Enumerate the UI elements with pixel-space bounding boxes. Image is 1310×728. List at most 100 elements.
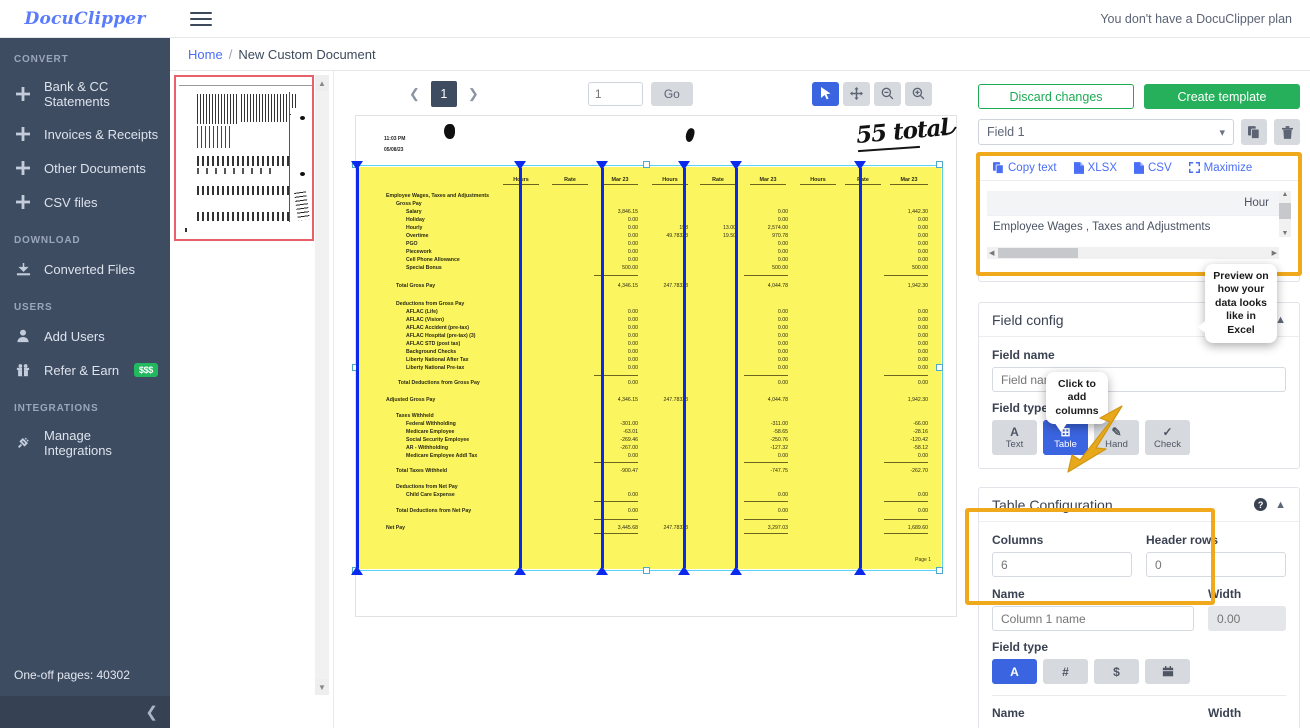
field-name-input[interactable] (992, 367, 1286, 392)
sidebar-section-download: DOWNLOAD (14, 235, 81, 246)
plus-icon (14, 159, 32, 177)
breadcrumb-home-link[interactable]: Home (188, 47, 223, 62)
sidebar-item-refer-earn[interactable]: Refer & Earn $$$ (0, 353, 170, 387)
selection-handle-tr[interactable] (936, 161, 943, 168)
page-thumbnail-1[interactable] (174, 75, 314, 241)
selection-handle-br[interactable] (936, 567, 943, 574)
field-type-label-check: Check (1154, 438, 1181, 450)
preview-vertical-scrollbar[interactable]: ▲ ▼ (1279, 191, 1291, 237)
sidebar-item-label: CSV files (44, 194, 98, 210)
discard-changes-button[interactable]: Discard changes (978, 84, 1134, 109)
sidebar-item-label: Manage Integrations (44, 428, 112, 458)
scroll-down-icon[interactable]: ▼ (1282, 230, 1289, 237)
delete-field-button[interactable] (1274, 119, 1300, 145)
field-type-checkbox-button[interactable]: ✓ Check (1145, 420, 1190, 455)
field-select-value: Field 1 (987, 125, 1025, 139)
goto-page-input[interactable] (587, 81, 643, 106)
column-marker[interactable] (351, 161, 363, 575)
columns-label: Columns (992, 533, 1044, 547)
table-config-title: Table Configuration (992, 496, 1113, 513)
section-divider (992, 695, 1286, 696)
export-csv-button[interactable]: CSV (1134, 162, 1172, 174)
magnifier-plus-icon (912, 87, 925, 100)
field-type-group: A Text ⊞ Table ✎ Hand ✓ Check (992, 420, 1286, 455)
sidebar-item-csv-files[interactable]: CSV files (0, 185, 170, 219)
date-type-icon (1162, 665, 1173, 676)
scroll-up-icon[interactable]: ▲ (315, 75, 329, 91)
chevron-up-icon[interactable]: ▲ (1275, 499, 1286, 511)
columns-input[interactable] (992, 552, 1132, 577)
sidebar-item-converted-files[interactable]: Converted Files (0, 252, 170, 286)
scroll-down-icon[interactable]: ▼ (315, 679, 329, 695)
current-page-button[interactable]: 1 (430, 80, 457, 107)
duplicate-field-button[interactable] (1241, 119, 1267, 145)
plus-icon (14, 85, 32, 103)
document-page[interactable]: 11:03 PM 05/08/23 55 total Hours Rate Ma… (351, 114, 957, 616)
selection-handle-mr[interactable] (936, 364, 943, 371)
field-select[interactable]: Field 1 ▾ (978, 119, 1234, 145)
column-name-label: Name (992, 587, 1025, 601)
prev-page-button[interactable]: ❮ (406, 86, 423, 102)
column-marker[interactable] (678, 161, 690, 575)
next-page-button[interactable]: ❯ (465, 86, 482, 102)
scroll-left-icon[interactable]: ◀ (989, 249, 994, 257)
copy-text-label: Copy text (1008, 161, 1057, 174)
column-marker[interactable] (854, 161, 866, 575)
table-selection-box[interactable] (356, 165, 943, 571)
field-type-handwriting-button[interactable]: ✎ Hand (1094, 420, 1139, 455)
breadcrumb: Home / New Custom Document (170, 38, 1310, 71)
number-type-icon: # (1062, 664, 1069, 679)
preview-horizontal-scrollbar[interactable]: ◀ ▶ (987, 247, 1279, 259)
user-icon (14, 327, 32, 345)
create-template-button[interactable]: Create template (1144, 84, 1300, 109)
xlsx-label: XLSX (1087, 161, 1117, 174)
column-name-input[interactable] (992, 606, 1194, 631)
sidebar-item-bank-cc-statements[interactable]: Bank & CC Statements (0, 71, 170, 117)
copy-text-button[interactable]: Copy text (993, 162, 1057, 174)
maximize-label: Maximize (1203, 161, 1253, 174)
sidebar-item-invoices-receipts[interactable]: Invoices & Receipts (0, 117, 170, 151)
sidebar-item-label: Bank & CC Statements (44, 79, 110, 109)
zoom-in-tool-button[interactable] (905, 81, 932, 106)
table-config-header[interactable]: Table Configuration ? ▲ (979, 488, 1299, 522)
sidebar-item-manage-integrations[interactable]: Manage Integrations (0, 420, 170, 466)
scroll-thumb[interactable] (1279, 203, 1291, 219)
selection-handle-tm[interactable] (643, 161, 650, 168)
column-width-input[interactable] (1208, 606, 1286, 631)
help-icon[interactable]: ? (1254, 498, 1268, 511)
sidebar-item-other-documents[interactable]: Other Documents (0, 151, 170, 185)
column-marker[interactable] (596, 161, 608, 575)
column-type-currency-button[interactable]: $ (1094, 659, 1139, 684)
pan-tool-button[interactable] (843, 81, 870, 106)
selection-handle-bm[interactable] (643, 567, 650, 574)
select-tool-button[interactable] (812, 81, 839, 106)
field-type-label: Field type (992, 401, 1049, 415)
header-rows-label: Header rows (1146, 533, 1219, 547)
scroll-right-icon[interactable]: ▶ (1272, 249, 1277, 257)
column-type-date-button[interactable] (1145, 659, 1190, 684)
column-marker[interactable] (730, 161, 742, 575)
column-marker[interactable] (514, 161, 526, 575)
thumbnail-scrollbar[interactable]: ▲ ▼ (315, 75, 329, 695)
go-button[interactable]: Go (650, 81, 693, 106)
scroll-up-icon[interactable]: ▲ (1282, 191, 1289, 198)
preview-grid[interactable]: Hour Employee Wages , Taxes and Adjustme… (987, 191, 1291, 259)
field-type-label-table: Table (1054, 438, 1077, 450)
export-xlsx-button[interactable]: XLSX (1073, 161, 1117, 174)
maximize-preview-button[interactable]: Maximize (1188, 161, 1253, 174)
hamburger-icon[interactable] (190, 8, 212, 30)
column-type-text-button[interactable]: A (992, 659, 1037, 684)
xlsx-file-icon (1073, 161, 1084, 174)
preview-header-cell: Hour (1244, 197, 1269, 209)
app-logo[interactable]: DocuClipper (0, 9, 170, 29)
sidebar-collapse-button[interactable]: ❮ (0, 696, 170, 728)
maximize-icon (1188, 162, 1200, 173)
sidebar-item-add-users[interactable]: Add Users (0, 319, 170, 353)
column-type-number-button[interactable]: # (1043, 659, 1088, 684)
column-width-label: Width (1208, 587, 1242, 601)
field-type-text-button[interactable]: A Text (992, 420, 1037, 455)
header-rows-input[interactable] (1146, 552, 1286, 577)
sidebar: CONVERT Bank & CC Statements Invoices & … (0, 38, 170, 728)
zoom-out-tool-button[interactable] (874, 81, 901, 106)
scroll-thumb[interactable] (998, 248, 1078, 258)
